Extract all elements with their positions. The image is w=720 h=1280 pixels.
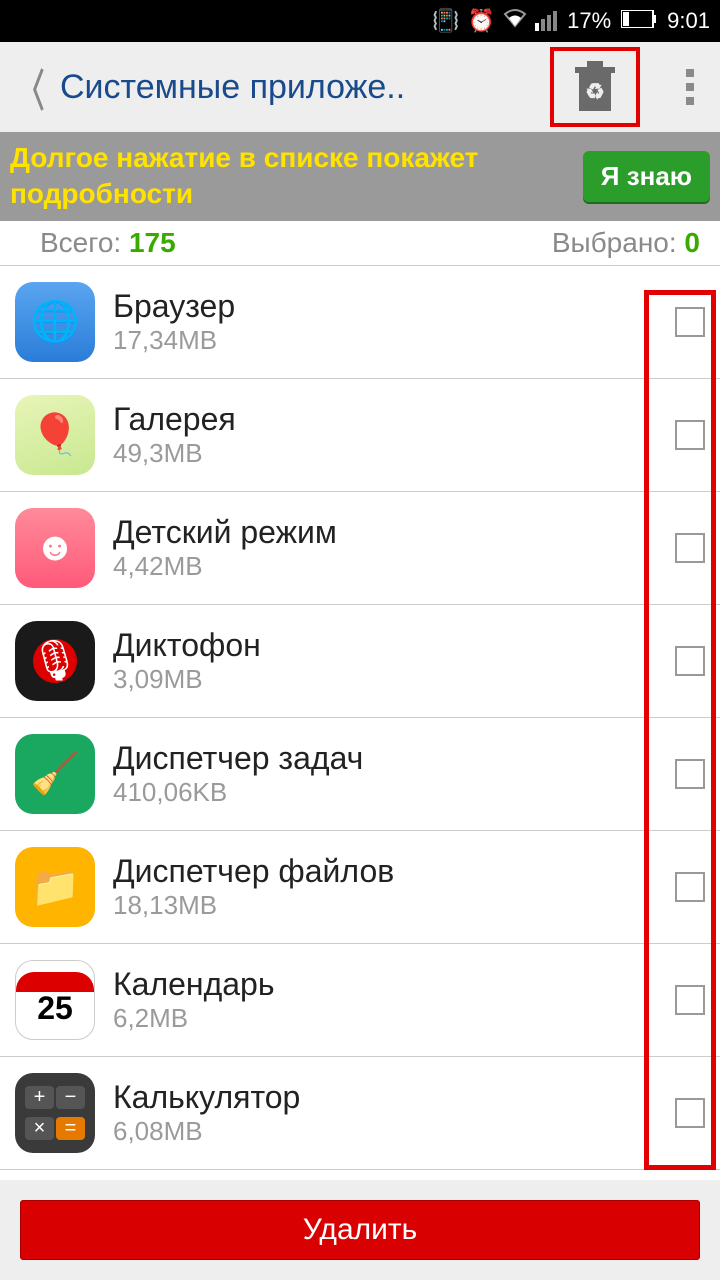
app-name: Диктофон (113, 627, 657, 664)
signal-icon (535, 11, 557, 31)
list-item[interactable]: ☻ Детский режим4,42MB (0, 492, 720, 605)
app-icon: ☻ (15, 508, 95, 588)
checkbox[interactable] (675, 420, 705, 450)
app-bar: 〈 Системные приложе.. ♻ (0, 42, 720, 132)
recycle-bin-button[interactable]: ♻ (550, 47, 640, 127)
checkbox[interactable] (675, 872, 705, 902)
app-name: Браузер (113, 288, 657, 325)
app-name: Диспетчер файлов (113, 853, 657, 890)
checkbox[interactable] (675, 646, 705, 676)
app-name: Календарь (113, 966, 657, 1003)
app-icon: 🎈 (15, 395, 95, 475)
list-item[interactable]: +−×= Калькулятор6,08MB (0, 1057, 720, 1170)
app-name: Калькулятор (113, 1079, 657, 1116)
delete-button[interactable]: Удалить (20, 1200, 700, 1260)
status-bar: 📳 ⏰ 17% 9:01 (0, 0, 720, 42)
selected-count: Выбрано: 0 (552, 227, 700, 259)
list-item[interactable]: 🧹 Диспетчер задач410,06KB (0, 718, 720, 831)
bottom-bar: Удалить (0, 1180, 720, 1280)
app-icon: 📁 (15, 847, 95, 927)
app-size: 410,06KB (113, 777, 657, 808)
app-icon: 🌐 (15, 282, 95, 362)
vibrate-icon: 📳 (432, 8, 459, 34)
app-icon: 25 (15, 960, 95, 1040)
battery-percent: 17% (567, 8, 611, 34)
clock: 9:01 (667, 8, 710, 34)
list-item[interactable]: 🎙 Диктофон3,09MB (0, 605, 720, 718)
app-size: 6,2MB (113, 1003, 657, 1034)
app-list[interactable]: 🌐 Браузер17,34MB 🎈 Галерея49,3MB ☻ Детский ре… (0, 266, 720, 1170)
list-item[interactable]: 📁 Диспетчер файлов18,13MB (0, 831, 720, 944)
checkbox[interactable] (675, 307, 705, 337)
checkbox[interactable] (675, 1098, 705, 1128)
app-name: Галерея (113, 401, 657, 438)
hint-dismiss-button[interactable]: Я знаю (583, 151, 710, 202)
app-size: 49,3MB (113, 438, 657, 469)
back-button[interactable]: 〈 (18, 55, 42, 119)
wifi-icon (503, 8, 527, 34)
checkbox[interactable] (675, 759, 705, 789)
app-name: Детский режим (113, 514, 657, 551)
overflow-menu-button[interactable] (670, 69, 710, 105)
app-size: 6,08MB (113, 1116, 657, 1147)
app-size: 17,34MB (113, 325, 657, 356)
app-size: 4,42MB (113, 551, 657, 582)
alarm-icon: ⏰ (468, 8, 495, 34)
list-item[interactable]: 🌐 Браузер17,34MB (0, 266, 720, 379)
page-title: Системные приложе.. (60, 68, 540, 107)
svg-text:♻: ♻ (585, 79, 605, 104)
list-item[interactable]: 25 Календарь6,2MB (0, 944, 720, 1057)
app-icon: 🧹 (15, 734, 95, 814)
checkbox[interactable] (675, 985, 705, 1015)
app-size: 3,09MB (113, 664, 657, 695)
list-item[interactable]: 🎈 Галерея49,3MB (0, 379, 720, 492)
count-bar: Всего: 175 Выбрано: 0 (0, 221, 720, 266)
app-icon: 🎙 (15, 621, 95, 701)
app-size: 18,13MB (113, 890, 657, 921)
app-name: Диспетчер задач (113, 740, 657, 777)
total-count: Всего: 175 (40, 227, 176, 259)
hint-bar: Долгое нажатие в списке покажет подробно… (0, 132, 720, 221)
app-icon: +−×= (15, 1073, 95, 1153)
trash-recycle-icon: ♻ (573, 61, 617, 113)
battery-icon (621, 8, 657, 34)
checkbox[interactable] (675, 533, 705, 563)
hint-text: Долгое нажатие в списке покажет подробно… (10, 140, 583, 213)
